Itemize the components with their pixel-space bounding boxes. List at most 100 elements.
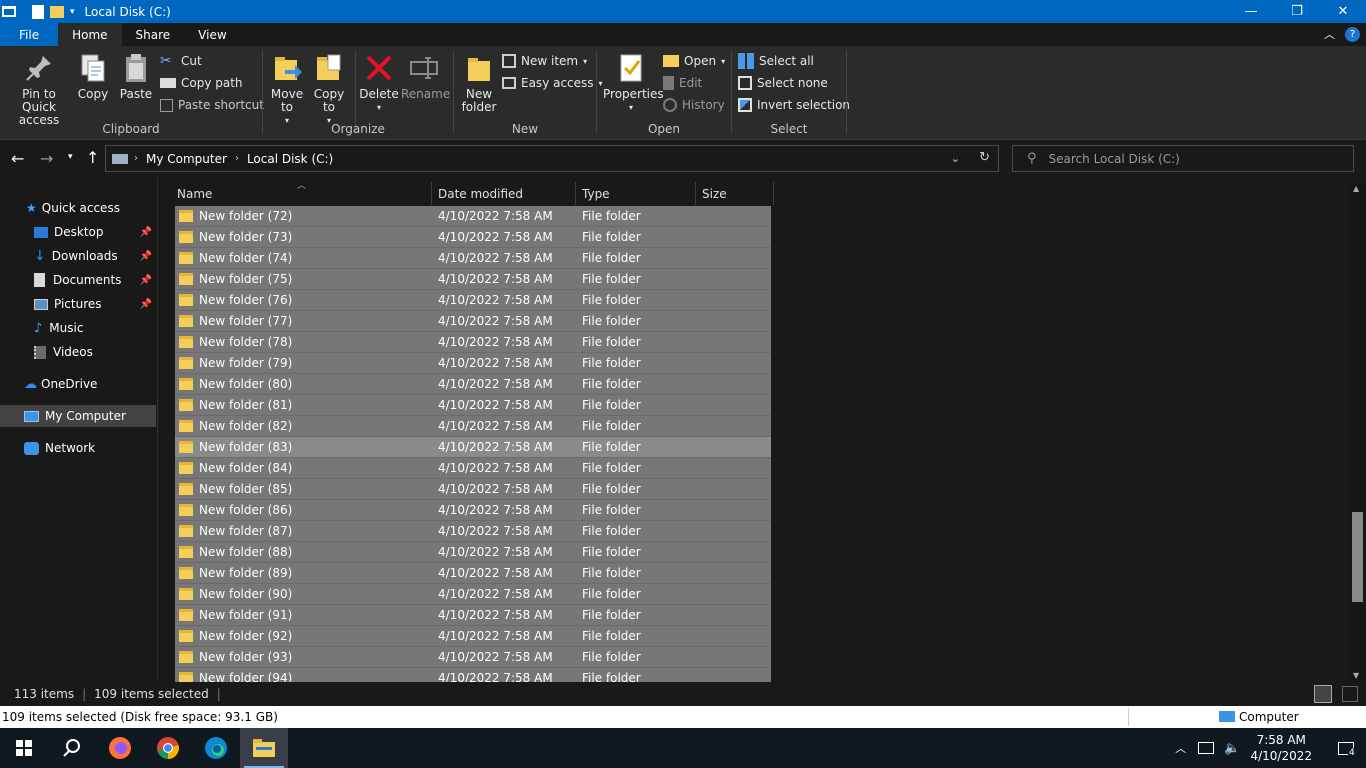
select-all-button[interactable]: Select all [738,51,814,71]
copy-path-button[interactable]: Copy path [160,73,243,93]
table-row[interactable]: New folder (72) 4/10/2022 7:58 AM File fol… [175,206,771,227]
show-hidden-icons-chevron-icon[interactable]: ︿ [1175,740,1186,756]
paste-shortcut-button[interactable]: Paste shortcut [160,95,264,115]
select-none-button[interactable]: Select none [738,73,828,93]
tab-home[interactable]: Home [58,23,122,46]
restore-button[interactable]: ❐ [1274,0,1320,23]
network-tray-icon[interactable] [1198,742,1215,754]
breadcrumb-separator-icon[interactable]: › [235,153,239,164]
table-row[interactable]: New folder (92) 4/10/2022 7:58 AM File fol… [175,626,771,647]
table-row[interactable]: New folder (76) 4/10/2022 7:58 AM File fol… [175,290,771,311]
large-icons-view-icon[interactable] [1342,686,1358,702]
table-row[interactable]: New folder (78) 4/10/2022 7:58 AM File fol… [175,332,771,353]
table-row[interactable]: New folder (75) 4/10/2022 7:58 AM File fol… [175,269,771,290]
column-size[interactable]: Size [696,182,774,205]
file-explorer-button[interactable] [240,728,288,768]
refresh-icon[interactable]: ↻ [979,150,990,165]
nav-my-computer[interactable]: My Computer [0,405,156,427]
search-box[interactable]: ⚲ Search Local Disk (C:) [1012,145,1354,172]
properties-check-icon[interactable] [32,4,44,19]
recent-locations-chevron-icon[interactable]: ▾ [68,152,73,162]
table-row[interactable]: New folder (93) 4/10/2022 7:58 AM File fol… [175,647,771,668]
cut-button[interactable]: ✂ Cut [160,51,202,71]
address-dropdown-chevron-icon[interactable]: ⌄ [951,152,960,165]
customize-qat-chevron-icon[interactable]: ▾ [70,7,75,17]
table-row[interactable]: New folder (80) 4/10/2022 7:58 AM File fol… [175,374,771,395]
scrollbar-thumb[interactable] [1352,512,1363,602]
rename-button[interactable]: Rename [401,52,450,101]
table-row[interactable]: New folder (84) 4/10/2022 7:58 AM File fol… [175,458,771,479]
table-row[interactable]: New folder (90) 4/10/2022 7:58 AM File fol… [175,584,771,605]
volume-icon[interactable]: 🔈 [1224,741,1240,756]
search-taskbar-button[interactable] [48,728,96,768]
minimize-button[interactable]: — [1228,0,1274,23]
delete-button[interactable]: Delete ▾ [359,52,399,114]
table-row[interactable]: New folder (94) 4/10/2022 7:58 AM File fol… [175,668,771,682]
scroll-up-icon[interactable]: ▲ [1353,184,1359,193]
open-button[interactable]: Open ▾ [663,51,725,71]
help-icon[interactable]: ? [1345,26,1360,42]
breadcrumb-local-disk[interactable]: Local Disk (C:) [247,152,333,166]
new-folder-icon[interactable] [50,5,64,18]
nav-onedrive[interactable]: ☁ OneDrive [0,373,156,395]
back-arrow-icon[interactable]: ← [11,149,24,168]
nav-music[interactable]: ♪ Music [0,317,156,339]
nav-desktop[interactable]: Desktop 📌 [0,221,156,243]
column-name[interactable]: Name ︿ [175,182,432,205]
copy-to-button[interactable]: Copy to ▾ [311,52,347,127]
tab-view[interactable]: View [184,23,240,46]
table-row[interactable]: New folder (82) 4/10/2022 7:58 AM File fol… [175,416,771,437]
properties-button[interactable]: Properties ▾ [603,52,664,114]
invert-selection-button[interactable]: Invert selection [738,95,850,115]
details-view-icon[interactable] [1314,685,1332,703]
column-date-modified[interactable]: Date modified [432,182,576,205]
close-button[interactable]: ✕ [1320,0,1366,23]
chrome-button[interactable] [144,728,192,768]
new-item-button[interactable]: New item ▾ [502,51,587,71]
table-row[interactable]: New folder (73) 4/10/2022 7:58 AM File fol… [175,227,771,248]
paste-button[interactable]: Paste [116,52,156,101]
address-bar[interactable]: › My Computer › Local Disk (C:) ⌄ ↻ [105,145,999,172]
nav-quick-access[interactable]: ★ Quick access [0,197,156,219]
copy-button[interactable]: Copy [76,52,110,101]
table-row[interactable]: New folder (86) 4/10/2022 7:58 AM File fol… [175,500,771,521]
history-button[interactable]: History [663,95,725,115]
notifications-button[interactable]: 4 [1326,728,1366,768]
table-row[interactable]: New folder (88) 4/10/2022 7:58 AM File fol… [175,542,771,563]
table-row[interactable]: New folder (79) 4/10/2022 7:58 AM File fol… [175,353,771,374]
pin-to-quick-access-button[interactable]: Pin to Quick access [4,52,74,127]
vertical-scrollbar[interactable]: ▲ ▼ [1349,182,1366,682]
search-input[interactable]: Search Local Disk (C:) [1049,152,1180,166]
table-row[interactable]: New folder (91) 4/10/2022 7:58 AM File fol… [175,605,771,626]
table-row[interactable]: New folder (74) 4/10/2022 7:58 AM File fol… [175,248,771,269]
tab-file[interactable]: File [0,23,59,46]
edit-button[interactable]: Edit [663,73,702,93]
nav-pictures[interactable]: Pictures 📌 [0,293,156,315]
table-row[interactable]: New folder (85) 4/10/2022 7:58 AM File fol… [175,479,771,500]
table-row[interactable]: New folder (77) 4/10/2022 7:58 AM File fol… [175,311,771,332]
new-folder-button[interactable]: New folder [458,52,500,114]
breadcrumb-my-computer[interactable]: My Computer [146,152,227,166]
scroll-down-icon[interactable]: ▼ [1353,671,1359,680]
easy-access-button[interactable]: Easy access ▾ [502,73,603,93]
breadcrumb-separator-icon[interactable]: › [134,153,138,164]
collapse-ribbon-chevron-icon[interactable]: ︿ [1324,26,1335,42]
nav-documents[interactable]: Documents 📌 [0,269,156,291]
edge-button[interactable] [192,728,240,768]
column-type[interactable]: Type [576,182,696,205]
nav-videos[interactable]: Videos [0,341,156,363]
forward-arrow-icon[interactable]: → [40,149,53,168]
table-row[interactable]: New folder (89) 4/10/2022 7:58 AM File fol… [175,563,771,584]
tab-share[interactable]: Share [122,23,185,46]
firefox-button[interactable] [96,728,144,768]
table-row[interactable]: New folder (83) 4/10/2022 7:58 AM File fol… [175,437,771,458]
nav-downloads[interactable]: ↓ Downloads 📌 [0,245,156,267]
table-row[interactable]: New folder (81) 4/10/2022 7:58 AM File fol… [175,395,771,416]
nav-network[interactable]: Network [0,437,156,459]
clock[interactable]: 7:58 AM 4/10/2022 [1250,732,1312,764]
up-arrow-icon[interactable]: ↑ [86,148,99,167]
table-row[interactable]: New folder (87) 4/10/2022 7:58 AM File fol… [175,521,771,542]
explorer-window-icon[interactable] [2,6,16,17]
move-to-button[interactable]: Move to ▾ [269,52,305,127]
start-button[interactable] [0,728,48,768]
